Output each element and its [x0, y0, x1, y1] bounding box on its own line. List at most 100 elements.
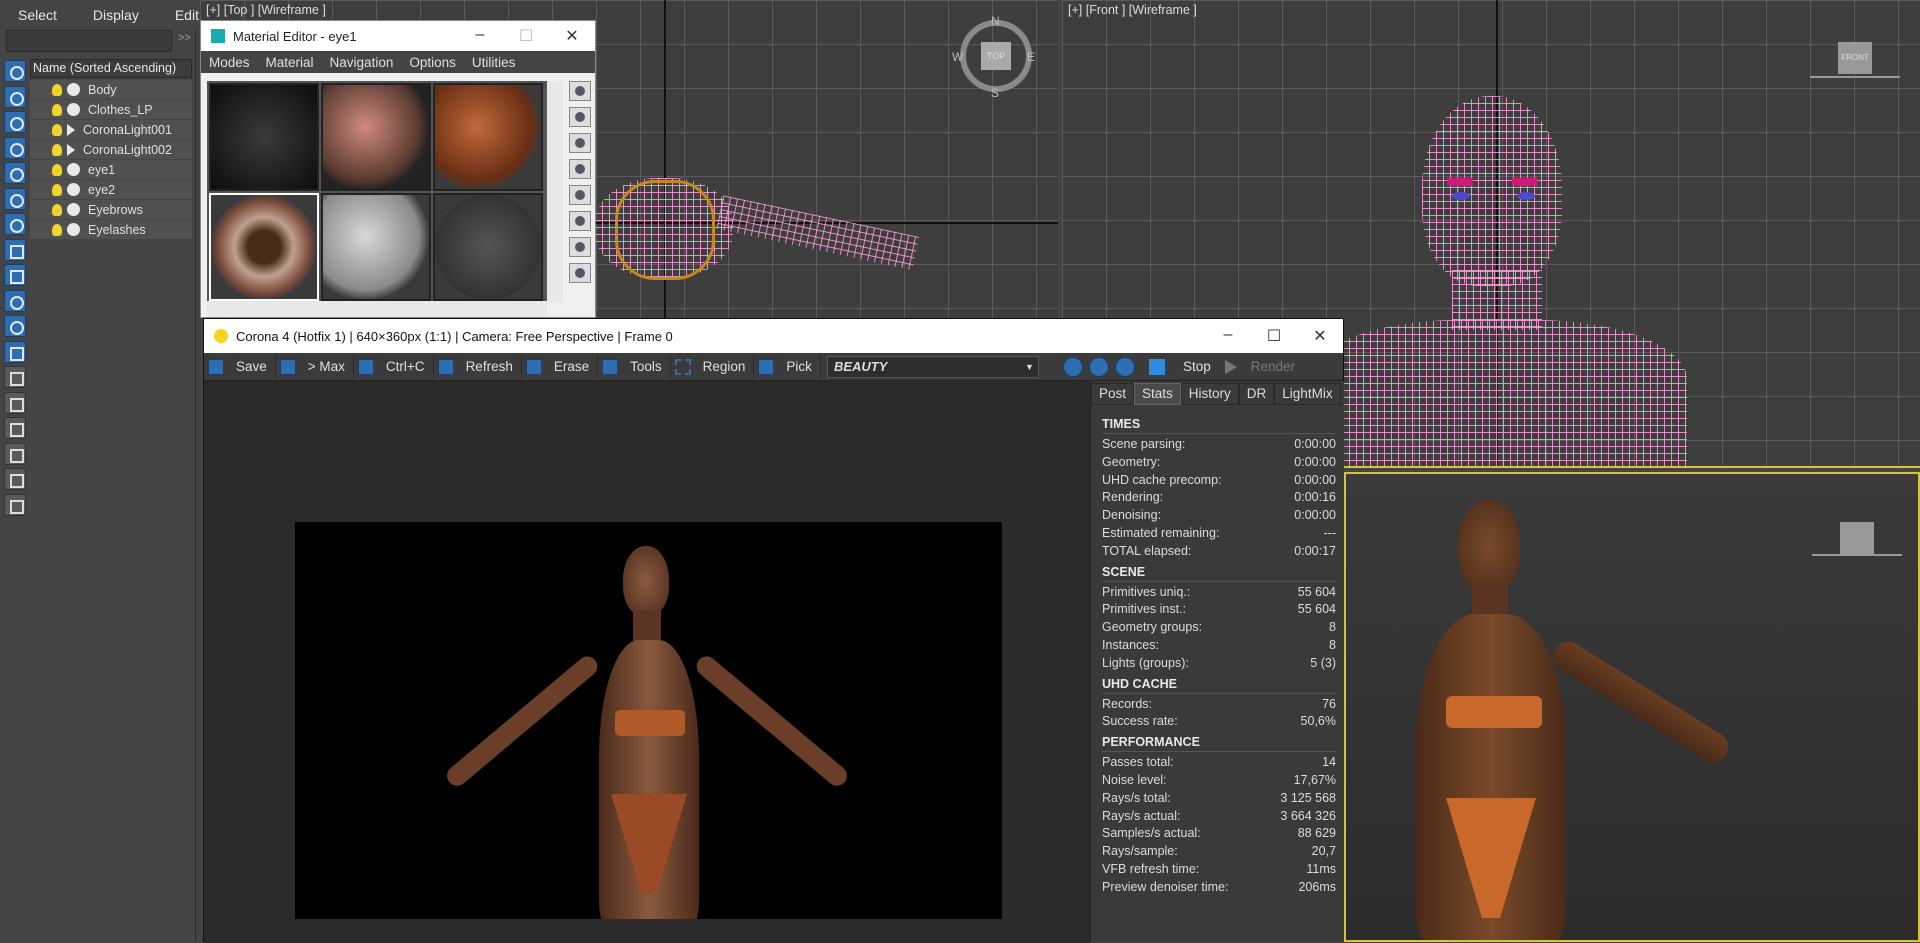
material-slots-scrollbar-v[interactable]	[547, 81, 563, 303]
zoom-out-icon[interactable]	[1088, 356, 1109, 377]
material-slot-1[interactable]	[209, 83, 319, 191]
erase-button[interactable]: Erase	[522, 354, 599, 379]
tab-stats[interactable]: Stats	[1134, 383, 1181, 405]
render-channel-dropdown[interactable]: BEAUTY	[826, 355, 1039, 378]
material-slot-6[interactable]	[433, 193, 543, 301]
explorer-column-header[interactable]: Name (Sorted Ascending)	[30, 59, 192, 78]
display-xrefs-icon[interactable]	[4, 264, 26, 286]
minimize-icon[interactable]: –	[457, 26, 503, 46]
viewport-label-front[interactable]: [+] [Front ] [Wireframe ]	[1068, 3, 1197, 17]
viewcube-ring	[1812, 554, 1902, 556]
display-spacewarps-icon[interactable]	[4, 213, 26, 235]
material-slot-2[interactable]	[321, 83, 431, 191]
explorer-search-input[interactable]	[6, 30, 172, 52]
zoom-fit-icon[interactable]	[1114, 356, 1135, 377]
menu-material[interactable]: Material	[258, 55, 322, 70]
viewcube-persp[interactable]	[1840, 522, 1874, 554]
viewport-label-top[interactable]: [+] [Top ] [Wireframe ]	[206, 3, 326, 17]
list-item[interactable]: CoronaLight002	[30, 140, 192, 160]
expand-arrows-icon[interactable]: >>	[178, 32, 191, 44]
close-icon[interactable]: ✕	[549, 26, 595, 46]
lightbulb-icon[interactable]	[52, 83, 62, 96]
material-slots-scrollbar-h[interactable]	[207, 301, 547, 317]
layer-explorer-icon[interactable]	[4, 493, 26, 516]
menu-options[interactable]: Options	[401, 55, 464, 70]
uv-tiling-icon[interactable]	[569, 159, 591, 179]
list-item[interactable]: CoronaLight001	[30, 120, 192, 140]
display-bones-icon[interactable]	[4, 289, 26, 312]
list-item[interactable]: Eyelashes	[30, 220, 192, 240]
filter-icon[interactable]	[4, 442, 26, 465]
list-item[interactable]: eye2	[30, 180, 192, 200]
copy-button[interactable]: Ctrl+C	[354, 354, 434, 379]
video-color-check-icon[interactable]	[569, 185, 591, 205]
list-item[interactable]: Body	[30, 80, 192, 100]
material-slot-eye1[interactable]	[209, 193, 319, 301]
render-image[interactable]	[295, 522, 1002, 919]
minimize-icon[interactable]: –	[1205, 326, 1251, 346]
lightbulb-icon[interactable]	[52, 223, 62, 236]
zoom-in-icon[interactable]	[1062, 356, 1083, 377]
tools-button[interactable]: Tools	[598, 354, 671, 379]
display-groups-icon[interactable]	[4, 238, 26, 261]
display-shapes-icon[interactable]	[4, 111, 26, 133]
display-geometry-icon[interactable]	[4, 85, 26, 108]
menu-navigation[interactable]: Navigation	[322, 55, 402, 70]
lightbulb-icon[interactable]	[52, 143, 62, 156]
display-invert-icon[interactable]	[4, 417, 26, 439]
display-lights-icon[interactable]	[4, 136, 26, 159]
background-icon[interactable]	[569, 133, 591, 153]
lightbulb-icon[interactable]	[52, 203, 62, 216]
menu-modes[interactable]: Modes	[201, 55, 258, 70]
tab-dr[interactable]: DR	[1238, 383, 1275, 405]
menu-select[interactable]: Select	[0, 7, 75, 23]
maximize-icon[interactable]: ☐	[503, 26, 549, 46]
to-max-button[interactable]: > Max	[276, 354, 354, 379]
material-options-icon[interactable]	[569, 237, 591, 257]
list-item[interactable]: Clothes_LP	[30, 100, 192, 120]
lightbulb-icon[interactable]	[52, 183, 62, 196]
backlight-icon[interactable]	[569, 107, 591, 127]
make-preview-icon[interactable]	[569, 211, 591, 231]
display-frozen-icon[interactable]	[4, 340, 26, 363]
display-containers-icon[interactable]	[4, 315, 26, 337]
display-cameras-icon[interactable]	[4, 162, 26, 184]
sample-type-icon[interactable]	[569, 81, 591, 101]
stat-value: 0:00:00	[1294, 437, 1336, 451]
save-button[interactable]: Save	[204, 354, 276, 379]
stop-button[interactable]: Stop	[1148, 358, 1211, 375]
stat-row: Records: 76	[1102, 696, 1336, 714]
viewcube-top[interactable]: TOP	[981, 42, 1011, 70]
pick-button[interactable]: Pick	[754, 354, 821, 379]
display-hidden-icon[interactable]	[4, 366, 26, 388]
list-item[interactable]: eye1	[30, 160, 192, 180]
display-all-icon[interactable]	[4, 391, 26, 414]
menu-utilities[interactable]: Utilities	[464, 55, 524, 70]
lightbulb-icon[interactable]	[52, 103, 62, 116]
tab-post[interactable]: Post	[1091, 383, 1135, 405]
close-icon[interactable]: ✕	[1297, 326, 1343, 346]
material-editor-titlebar[interactable]: Material Editor - eye1 – ☐ ✕	[201, 21, 595, 51]
vfb-tabs: Post Stats History DR LightMix	[1091, 383, 1344, 405]
lightbulb-icon[interactable]	[52, 163, 62, 176]
lightbulb-icon[interactable]	[52, 123, 62, 136]
stats-section-times: TIMES	[1102, 417, 1336, 434]
vfb-canvas[interactable]	[204, 381, 1090, 943]
region-button[interactable]: Region	[671, 354, 755, 379]
tab-history[interactable]: History	[1180, 383, 1239, 405]
material-slot-5[interactable]	[321, 193, 431, 301]
display-helpers-icon[interactable]	[4, 187, 26, 210]
vfb-titlebar[interactable]: Corona 4 (Hotfix 1) | 640×360px (1:1) | …	[204, 319, 1343, 353]
tab-lightmix[interactable]: LightMix	[1274, 383, 1341, 405]
render-button[interactable]: Render	[1224, 359, 1295, 374]
viewport-perspective[interactable]	[1344, 472, 1920, 942]
layer-manager-icon[interactable]	[4, 468, 26, 490]
menu-display[interactable]: Display	[75, 7, 157, 23]
refresh-button[interactable]: Refresh	[434, 354, 522, 379]
material-slot-3[interactable]	[433, 83, 543, 191]
list-item[interactable]: Eyebrows	[30, 200, 192, 220]
viewcube-front[interactable]: FRONT	[1838, 42, 1872, 74]
maximize-icon[interactable]: ☐	[1251, 326, 1297, 346]
select-by-material-icon[interactable]	[569, 263, 591, 283]
display-none-icon[interactable]	[4, 60, 26, 82]
